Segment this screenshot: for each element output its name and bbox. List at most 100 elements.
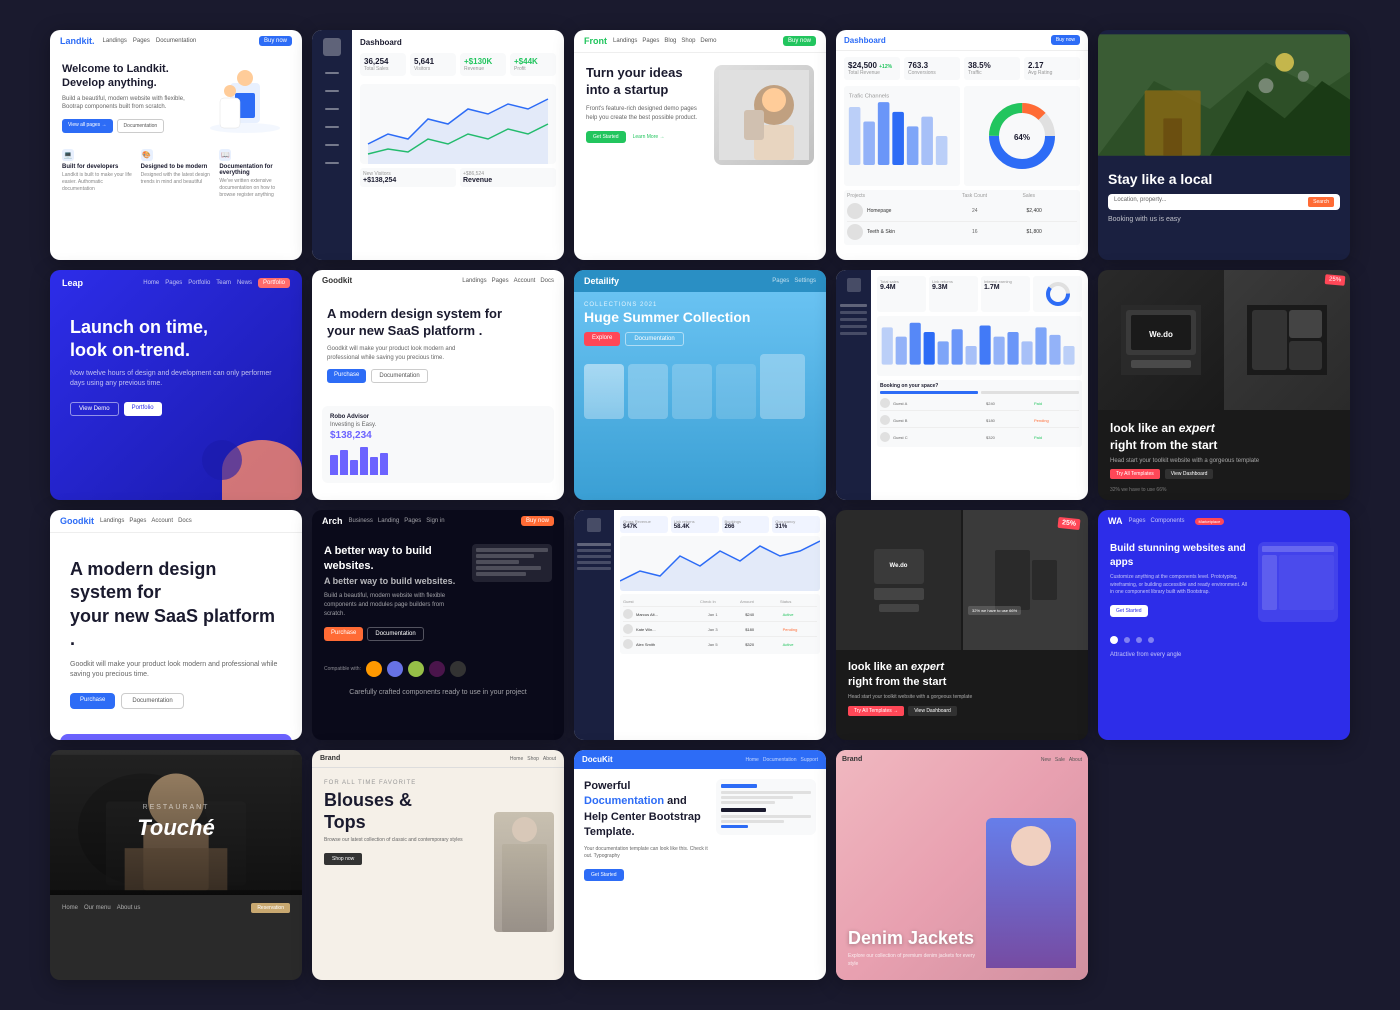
local-search-input[interactable]: Location, property... — [1114, 197, 1304, 207]
goodkit2-hero-title: A modern design system foryour new SaaS … — [70, 558, 282, 652]
wa-logo: WA — [1108, 516, 1123, 526]
front-hero-title: Turn your ideasinto a startup — [586, 65, 704, 99]
arch-screenshot-preview — [472, 544, 552, 582]
feature-modern: 🎨 Designed to be modern Designed with th… — [141, 149, 212, 199]
card-robo[interactable]: Goodkit Landings Pages Account Docs A mo… — [312, 270, 564, 500]
blouses-shop-btn[interactable]: Shop now — [324, 853, 362, 865]
leap-portfolio-btn[interactable]: Portfolio — [258, 278, 290, 288]
denim-model — [986, 818, 1076, 968]
leap-hero-desc: Now twelve hours of design and developme… — [70, 369, 282, 390]
goodkit-logo: Goodkit — [322, 276, 352, 285]
local-search-btn[interactable]: Search — [1308, 197, 1334, 207]
feature-developers: 💻 Built for developers Landkit is built … — [62, 149, 133, 199]
touche-reservation-btn[interactable]: Reservation — [251, 903, 290, 913]
landkit-logo: Landkit. — [60, 36, 95, 46]
arch-purchase-btn[interactable]: Purchase — [324, 627, 363, 641]
goodkit2-logo: Goodkit — [60, 516, 94, 526]
landkit-secondary-btn[interactable]: Documentation — [117, 119, 165, 133]
denim-content: Denim Jackets Explore our collection of … — [836, 750, 1088, 980]
dash2-stat-rating: 2.17 Avg Rating — [1024, 57, 1080, 80]
card-analytics[interactable]: Total sales 9.4M Link returns 9.3M Inter… — [836, 270, 1088, 500]
svg-text:Trafic Channels: Trafic Channels — [849, 93, 889, 99]
front-get-started-btn[interactable]: Get Started — [586, 131, 626, 143]
front-logo: Front — [584, 36, 607, 46]
card-front[interactable]: Front Landings Pages Blog Shop Demo Buy … — [574, 30, 826, 260]
touche-nav: Home Our menu About us — [62, 905, 140, 911]
screenshot-grid: Landkit. Landings Pages Documentation Bu… — [20, 0, 1380, 1010]
card-dashboard2[interactable]: Dashboard Buy now $24,500 +12% Total Rev… — [836, 30, 1088, 260]
dash2-donut-chart: 64% — [964, 86, 1080, 186]
expert-view-btn[interactable]: View Dashboard — [1165, 469, 1214, 479]
front-hero-image — [719, 70, 809, 160]
dashboard2-buy-btn[interactable]: Buy now — [1051, 35, 1080, 45]
expert-dashboard-btn[interactable]: View Dashboard — [908, 706, 957, 716]
stat-sales: 36,254 Total Sales — [360, 53, 406, 76]
robo-advisor-card: Robo Advisor Investing is Easy. $138,234 — [322, 406, 554, 483]
local-hero-title: Stay like a local — [1108, 170, 1340, 188]
nav-link-pages: Pages — [133, 38, 150, 44]
analytics-sidebar — [836, 270, 871, 500]
card-wa[interactable]: WA Pages Components Marketplace Build st… — [1098, 510, 1350, 740]
stat-visitors: 5,641 Visitors — [410, 53, 456, 76]
arch-hero-title: A better way to build websites. — [324, 544, 462, 575]
local-search-bar[interactable]: Location, property... Search — [1108, 194, 1340, 210]
card-blouses[interactable]: Brand Home Shop About For all time favor… — [312, 750, 564, 980]
card-falcon[interactable]: Gross Revenue $47K Link returns 58.4K Bo… — [574, 510, 826, 740]
card-touche[interactable]: Restaurant Touché Home Our menu About us… — [50, 750, 302, 980]
goodkit-hero-desc: Goodkit will make your product look mode… — [327, 345, 549, 363]
stat-revenue: +$130K Revenue — [460, 53, 506, 76]
local-hero-image — [1098, 30, 1350, 160]
leap-portfolio-btn2[interactable]: Portfolio — [124, 402, 162, 416]
expert-hero-images: We.do 25% — [1098, 270, 1350, 410]
goodkit2-doc-btn[interactable]: Documentation — [121, 693, 183, 709]
arch-logos-row: Compatible with: — [312, 653, 564, 685]
card-landkit[interactable]: Landkit. Landings Pages Documentation Bu… — [50, 30, 302, 260]
hero-illustration — [200, 63, 290, 133]
landkit-primary-btn[interactable]: View all pages → — [62, 119, 113, 133]
leap-hero-title: Launch on time,look on-trend. — [70, 316, 282, 363]
touche-hero-title: Touché — [137, 815, 214, 841]
arch-compatible-text: Carefully crafted components ready to us… — [312, 685, 564, 700]
expert-hero-title: look like an expertright from the start — [1110, 420, 1338, 454]
front-buy-btn[interactable]: Buy now — [783, 36, 816, 46]
feature-docs: 📖 Documentation for everything We've wri… — [219, 149, 290, 199]
card-arch[interactable]: Arch Business Landing Pages Sign in Buy … — [312, 510, 564, 740]
stat-profit: +$44K Profit — [510, 53, 556, 76]
wa-hero-desc: Customize anything at the components lev… — [1110, 574, 1250, 597]
summer-explore-btn[interactable]: Explore — [584, 332, 620, 346]
goodkit-doc-btn[interactable]: Documentation — [371, 369, 427, 383]
dashboard2-logo: Dashboard — [844, 36, 886, 45]
wa-get-started-btn[interactable]: Get Started — [1110, 605, 1148, 617]
arch-buy-btn[interactable]: Buy now — [521, 516, 554, 526]
summer-hero-title: Huge Summer Collection — [584, 308, 816, 326]
expert-try-all-btn[interactable]: Try All Templates → — [848, 706, 904, 716]
goodkit-purchase-btn[interactable]: Purchase — [327, 369, 366, 383]
leap-view-demo-btn[interactable]: View Demo — [70, 402, 119, 416]
expert-badge: 25% — [1057, 517, 1080, 530]
blouses-hero-title: Blouses &Tops — [324, 790, 472, 833]
card-docs[interactable]: DocuKit Home Documentation Support Power… — [574, 750, 826, 980]
dashboard-chart — [360, 84, 556, 164]
card-leap[interactable]: Leap Home Pages Portfolio Team News Port… — [50, 270, 302, 500]
expert-try-btn[interactable]: Try All Templates — [1110, 469, 1160, 479]
docs-get-started-btn[interactable]: Get Started — [584, 869, 624, 881]
card-dashboard[interactable]: Dashboard 36,254 Total Sales 5,641 Visit… — [312, 30, 564, 260]
front-hero-desc: Front's feature-rich designed demo pages… — [586, 105, 704, 123]
card-expert[interactable]: We.do 25% look like an expertright from … — [1098, 270, 1350, 500]
front-learn-more-btn[interactable]: Learn More → — [630, 131, 668, 143]
card-local[interactable]: Stay like a local Location, property... … — [1098, 30, 1350, 260]
card-denim[interactable]: Brand New Sale About Denim Jackets Explo… — [836, 750, 1088, 980]
blouses-logo: Brand — [320, 755, 340, 762]
goodkit-hero-title: A modern design system foryour new SaaS … — [327, 306, 549, 340]
svg-text:64%: 64% — [1014, 133, 1030, 142]
arch-doc-btn[interactable]: Documentation — [367, 627, 423, 641]
landkit-buy-btn[interactable]: Buy now — [259, 36, 292, 46]
wa-badge: Marketplace — [1195, 518, 1225, 525]
card-summer[interactable]: Detailify Pages Settings Collections 202… — [574, 270, 826, 500]
summer-products — [574, 364, 826, 419]
card-goodkit2[interactable]: Goodkit Landings Pages Account Docs A mo… — [50, 510, 302, 740]
summer-doc-btn[interactable]: Documentation — [625, 332, 683, 346]
card-look-expert[interactable]: We.do 25% 32% we have to use 66% look li… — [836, 510, 1088, 740]
goodkit2-purchase-btn[interactable]: Purchase — [70, 693, 115, 709]
dash2-stat-traffic: 38.5% Traffic — [964, 57, 1020, 80]
